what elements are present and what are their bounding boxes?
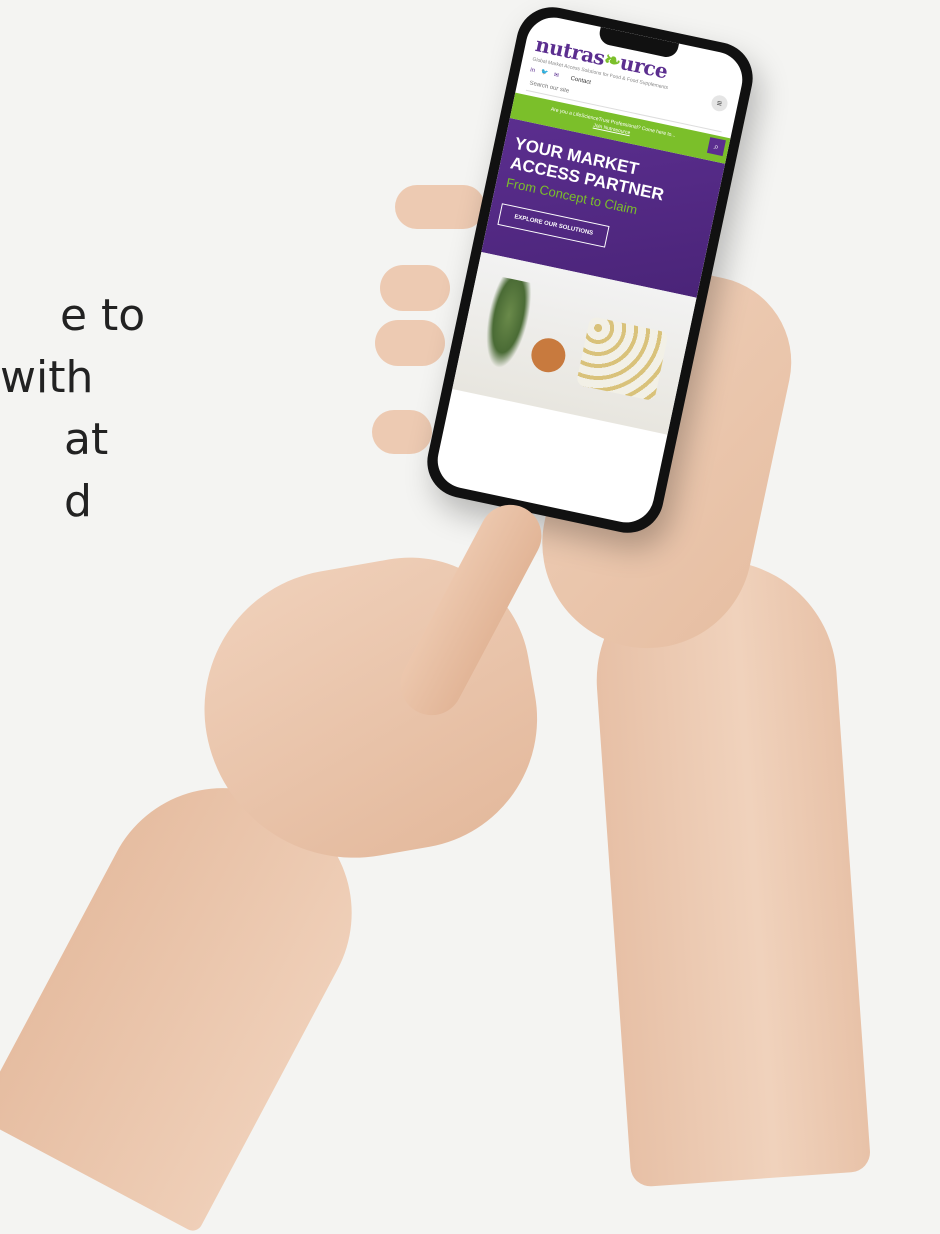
search-button[interactable]: ⌕ bbox=[706, 137, 726, 157]
bg-text-line-3: at bbox=[64, 414, 109, 465]
contact-link[interactable]: Contact bbox=[570, 75, 591, 85]
linkedin-icon[interactable]: in bbox=[530, 67, 536, 74]
right-arm bbox=[588, 552, 872, 1188]
twitter-icon[interactable]: 🐦 bbox=[540, 69, 549, 76]
email-icon[interactable]: ✉ bbox=[553, 71, 559, 79]
bg-text-line-4: d bbox=[64, 476, 92, 527]
plant-image bbox=[478, 275, 536, 373]
background-text: e to with at d bbox=[0, 285, 180, 533]
bg-text-line-1: e to bbox=[60, 290, 146, 341]
right-finger-4 bbox=[372, 410, 432, 454]
explore-solutions-button[interactable]: EXPLORE OUR SOLUTIONS bbox=[497, 203, 610, 248]
right-finger-2 bbox=[380, 265, 450, 311]
bg-text-line-2: with bbox=[0, 352, 94, 403]
capsules-image bbox=[575, 316, 669, 402]
pot-image bbox=[528, 335, 569, 376]
right-finger-1 bbox=[395, 185, 485, 229]
right-finger-3 bbox=[375, 320, 445, 366]
